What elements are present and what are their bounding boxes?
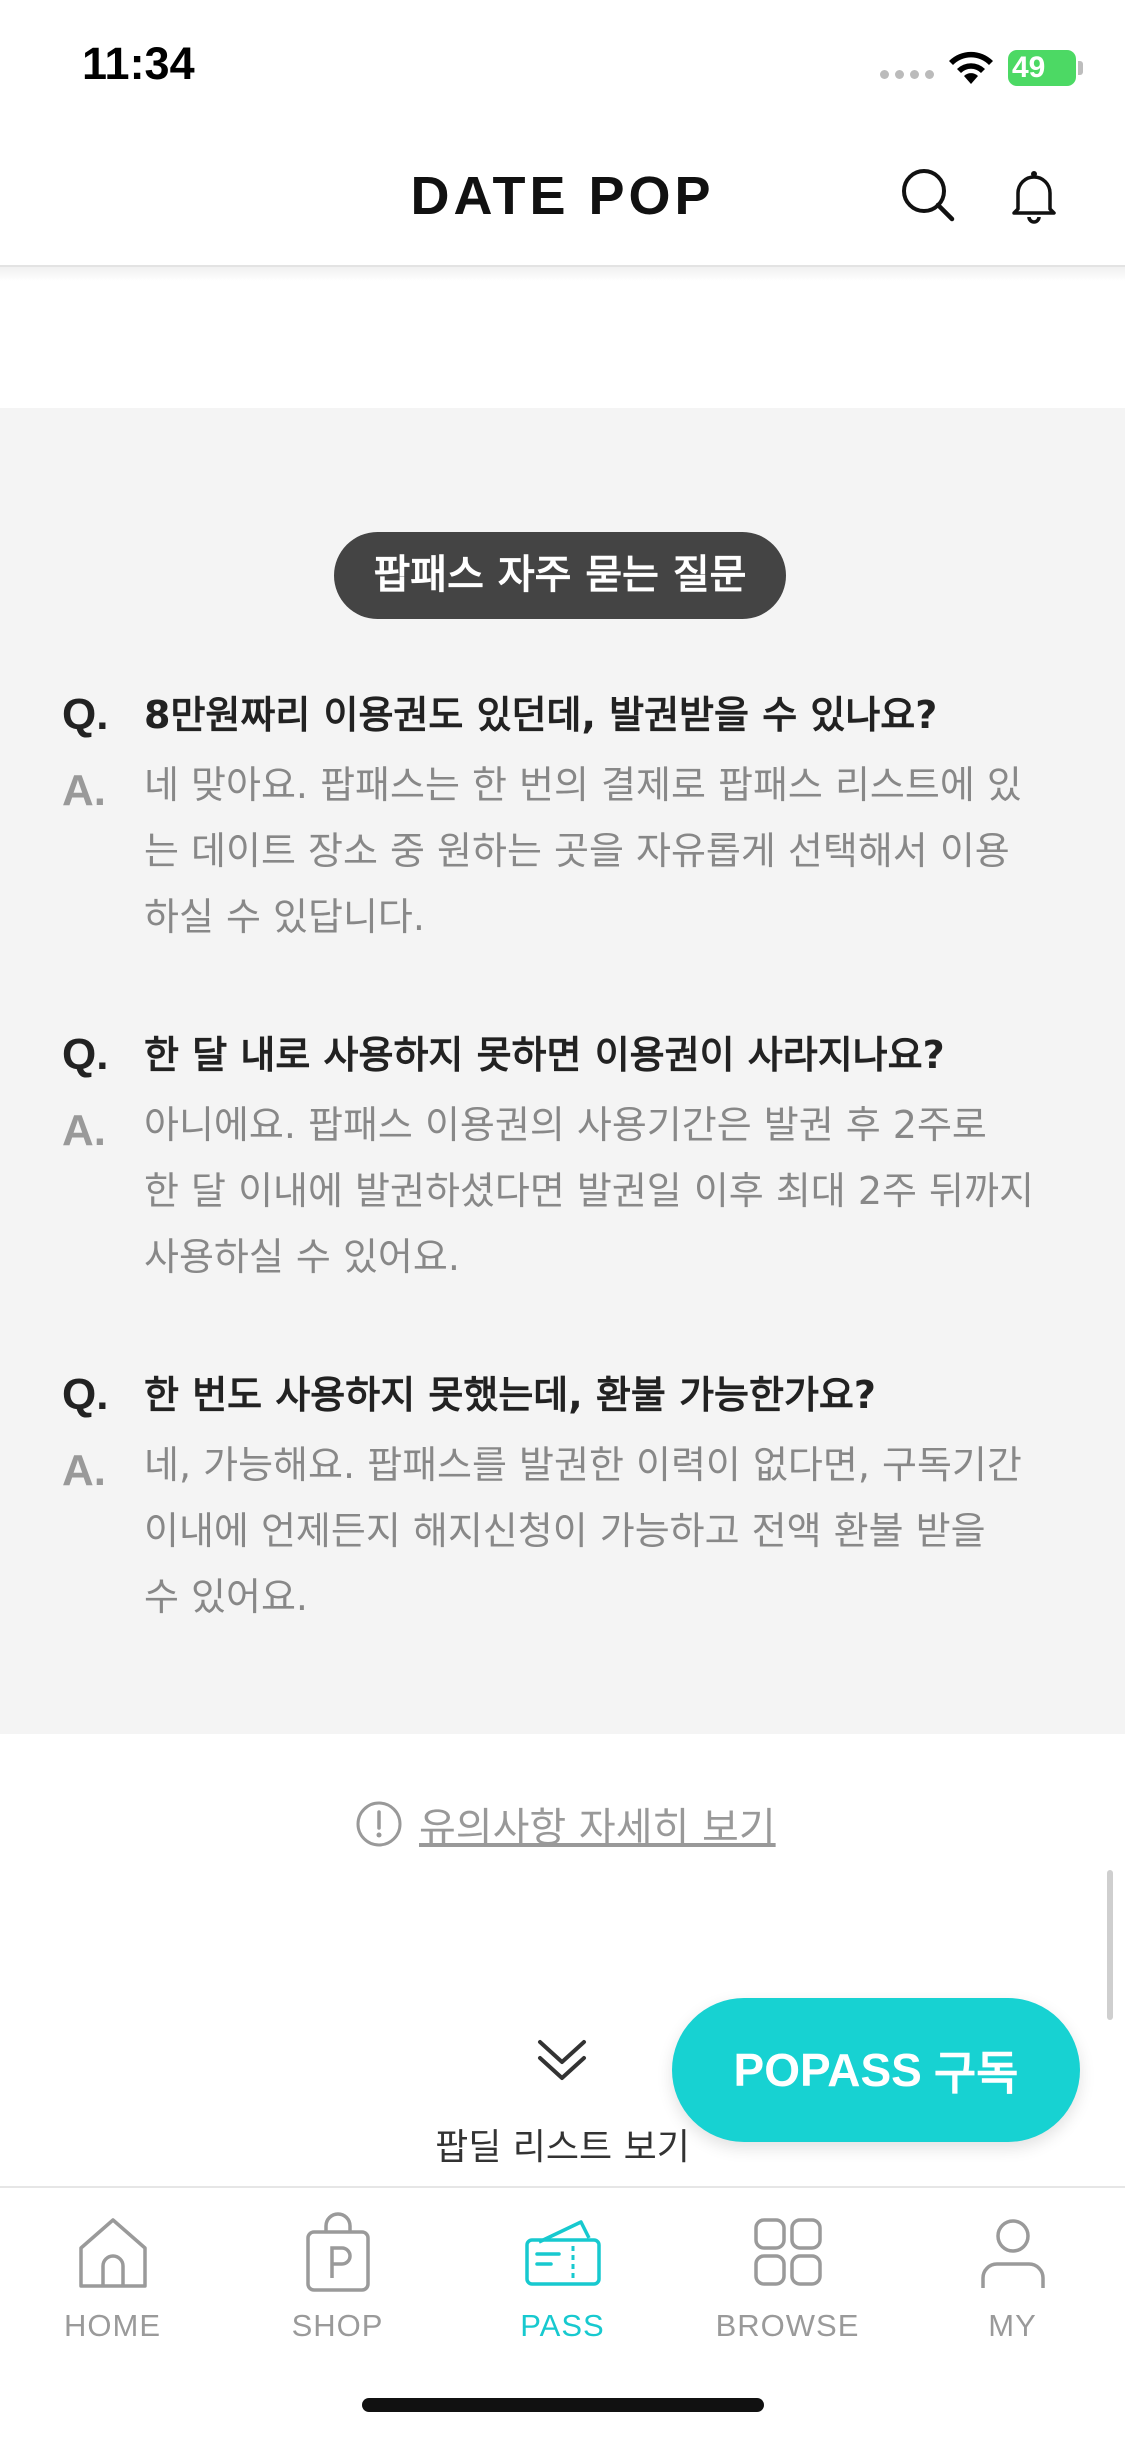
search-icon[interactable] (898, 165, 958, 225)
battery-level: 49 (1012, 51, 1046, 84)
double-chevron-down-icon[interactable] (532, 2030, 592, 2090)
faq-title: 팝패스 자주 묻는 질문 (334, 532, 786, 619)
answer-line: 하실 수 있답니다. (144, 895, 425, 939)
faq-answer: A. 네 맞아요. 팝패스는 한 번의 결제로 팝패스 리스트에 있 는 데이트… (62, 752, 1072, 950)
answer-line: 네 맞아요. 팝패스는 한 번의 결제로 팝패스 리스트에 있 (144, 763, 1022, 807)
status-time: 11:34 (82, 38, 195, 89)
tab-pass[interactable]: PASS (450, 2208, 675, 2344)
answer-line: 한 달 이내에 발권하셨다면 발권일 이후 최대 2주 뒤까지 (144, 1169, 1034, 1213)
tab-label: HOME (64, 2308, 161, 2343)
question-mark: Q. (62, 1030, 109, 1079)
tab-label: BROWSE (715, 2308, 860, 2343)
question-text: 8만원짜리 이용권도 있던데, 발권받을 수 있나요? (144, 693, 938, 737)
grid-icon (753, 2218, 822, 2286)
question-mark: Q. (62, 690, 109, 739)
battery-icon: 49 (1008, 50, 1083, 86)
question-text: 한 달 내로 사용하지 못하면 이용권이 사라지나요? (144, 1033, 945, 1077)
status-bar: 11:34 49 (0, 0, 1125, 135)
answer-line: 이내에 언제든지 해지신청이 가능하고 전액 환불 받을 (144, 1509, 986, 1553)
subscribe-label: 구독 (933, 2046, 1019, 2100)
faq-answer: A. 아니에요. 팝패스 이용권의 사용기간은 발권 후 2주로 한 달 이내에… (62, 1092, 1072, 1290)
faq-question: Q. 한 번도 사용하지 못했는데, 환불 가능한가요? (62, 1370, 1072, 1420)
popass-brand: POPASS (733, 2044, 922, 2096)
app-header: DATE POP (0, 135, 1125, 267)
answer-line: 사용하실 수 있어요. (144, 1235, 460, 1279)
scrollbar[interactable] (1107, 1870, 1113, 2020)
ticket-icon (524, 2220, 601, 2286)
faq-item: Q. 한 달 내로 사용하지 못하면 이용권이 사라지나요? A. 아니에요. … (62, 1030, 1072, 1290)
user-icon (980, 2219, 1045, 2288)
answer-line: 네, 가능해요. 팝패스를 발권한 이력이 없다면, 구독기간 (144, 1443, 1022, 1487)
answer-mark: A. (62, 1106, 106, 1155)
faq-item: Q. 한 번도 사용하지 못했는데, 환불 가능한가요? A. 네, 가능해요.… (62, 1370, 1072, 1630)
answer-line: 아니에요. 팝패스 이용권의 사용기간은 발권 후 2주로 (144, 1103, 987, 1147)
answer-mark: A. (62, 1446, 106, 1495)
notice-link-row[interactable]: 유의사항 자세히 보기 (355, 1795, 776, 1853)
faq-question: Q. 8만원짜리 이용권도 있던데, 발권받을 수 있나요? (62, 690, 1072, 740)
tab-label: SHOP (291, 2308, 384, 2343)
answer-line: 수 있어요. (144, 1575, 308, 1619)
answer-line: 는 데이트 장소 중 원하는 곳을 자유롭게 선택해서 이용 (144, 829, 1010, 873)
faq-section: 팝패스 자주 묻는 질문 Q. 8만원짜리 이용권도 있던데, 발권받을 수 있… (0, 408, 1125, 1734)
shopping-bag-icon (305, 2212, 370, 2292)
home-indicator[interactable] (362, 2398, 764, 2412)
cellular-signal-icon (880, 70, 934, 79)
bell-icon[interactable] (1004, 165, 1064, 225)
header-shadow (0, 267, 1125, 281)
tab-shop[interactable]: SHOP (225, 2208, 450, 2344)
notice-details-link[interactable]: 유의사항 자세히 보기 (419, 1795, 776, 1853)
popass-subscribe-button[interactable]: POPASS 구독 (672, 1998, 1080, 2142)
question-mark: Q. (62, 1370, 109, 1419)
home-icon (78, 2218, 147, 2288)
answer-mark: A. (62, 766, 106, 815)
tab-home[interactable]: HOME (0, 2208, 225, 2344)
question-text: 한 번도 사용하지 못했는데, 환불 가능한가요? (144, 1373, 876, 1417)
faq-question: Q. 한 달 내로 사용하지 못하면 이용권이 사라지나요? (62, 1030, 1072, 1080)
faq-item: Q. 8만원짜리 이용권도 있던데, 발권받을 수 있나요? A. 네 맞아요.… (62, 690, 1072, 950)
info-circle-icon (356, 1801, 402, 1847)
tab-browse[interactable]: BROWSE (675, 2208, 900, 2344)
wifi-icon (949, 51, 993, 84)
tab-my[interactable]: MY (900, 2208, 1125, 2344)
tab-label: PASS (520, 2308, 605, 2343)
tab-label: MY (988, 2308, 1037, 2343)
faq-answer: A. 네, 가능해요. 팝패스를 발권한 이력이 없다면, 구독기간 이내에 언… (62, 1432, 1072, 1630)
